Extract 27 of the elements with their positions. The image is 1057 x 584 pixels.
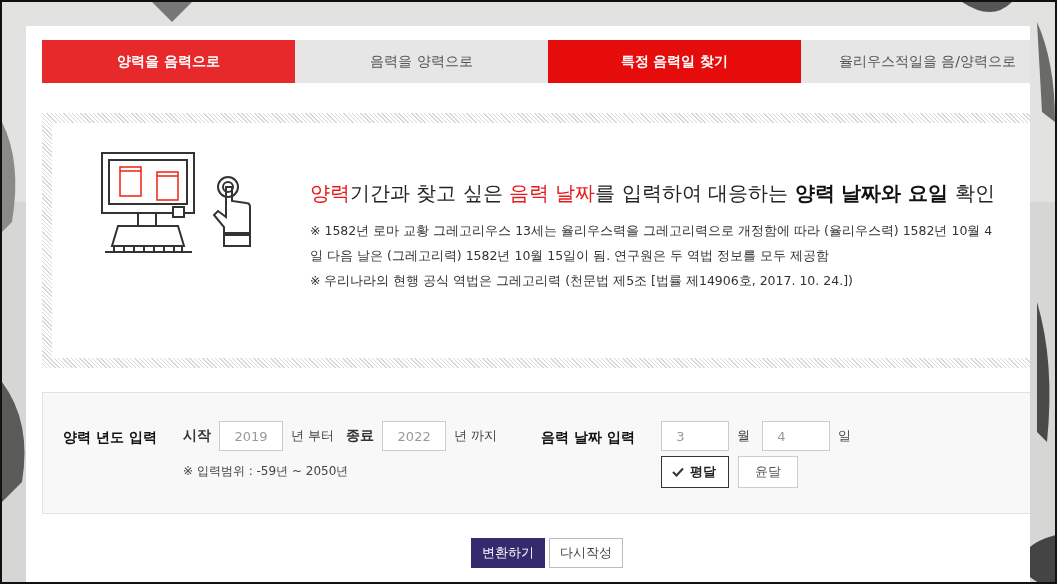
field-label: 양력 년도 입력 — [63, 428, 158, 447]
field-suffix: 년 부터 — [291, 427, 335, 445]
check-icon — [672, 467, 685, 477]
input-field[interactable]: 2019 — [219, 421, 283, 451]
field-suffix: 일 — [838, 427, 852, 445]
tab[interactable]: 율리우스적일을 음/양력으로 — [801, 40, 1030, 83]
range-hint: ※ 입력범위 : -59년 ~ 2050년 — [183, 463, 350, 480]
tab[interactable]: 양력을 음력으로 — [42, 40, 295, 83]
input-field[interactable]: 2022 — [382, 421, 447, 451]
field-suffix: 월 — [737, 427, 751, 445]
tab[interactable]: 특정 음력일 찾기 — [548, 40, 801, 83]
field-label: 시작 — [183, 427, 211, 445]
convert-button[interactable]: 변환하기 — [471, 538, 545, 568]
field-suffix: 년 까지 — [454, 427, 498, 445]
tab[interactable]: 음력을 양력으로 — [295, 40, 548, 83]
input-field[interactable]: 4 — [762, 421, 831, 451]
info-heading: 양력기간과 찾고 싶은 음력 날짜를 입력하여 대응하는 양력 날짜와 요일 확인 — [310, 180, 996, 207]
info-note: ※ 1582년 로마 교황 그레고리우스 13세는 율리우스력을 그레고리력으로 개정함에 따라 (율리우스력) 1582년 10월 4일 다음 날은 (그레고리력) 1582년 10월 15일이 됨. 연구원은 두 역법 정보를 모두 제공함 — [310, 222, 994, 265]
pointing-hand-icon — [212, 175, 252, 247]
reset-button[interactable]: 다시작성 — [549, 538, 623, 568]
field-label: 음력 날짜 입력 — [541, 428, 637, 447]
input-field[interactable]: 3 — [661, 421, 730, 451]
computer-icon — [100, 151, 196, 253]
info-note: ※ 우리나라의 현행 공식 역법은 그레고리력 (천문법 제5조 [법률 제14906호, 2017. 10. 24.]) — [310, 272, 854, 290]
field-label: 종료 — [346, 427, 375, 445]
month-type-option[interactable]: 윤달 — [738, 456, 799, 488]
month-type-option[interactable]: 평달 — [661, 456, 730, 488]
